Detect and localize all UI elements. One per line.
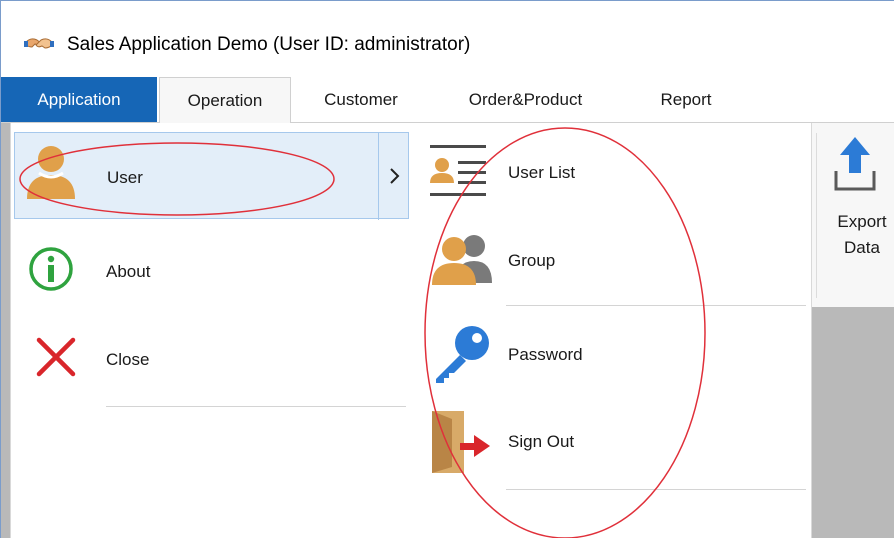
application-menu-left: User About Close: [10, 123, 414, 538]
submenu-item-password[interactable]: Password: [416, 311, 808, 397]
menu-item-user[interactable]: User: [14, 132, 409, 220]
sign-out-icon: [432, 411, 490, 473]
tab-customer[interactable]: Customer: [298, 77, 424, 122]
submenu-item-user-list-label: User List: [508, 163, 576, 182]
menu-item-close-label: Close: [106, 350, 150, 369]
key-icon: [436, 326, 489, 383]
export-data-label: Export Data: [822, 209, 894, 261]
application-window: Sales Application Demo (User ID: adminis…: [0, 0, 894, 538]
close-icon: [36, 337, 76, 377]
tab-report[interactable]: Report: [631, 77, 741, 122]
ribbon-tab-bar: Application Operation Customer Order&Pro…: [1, 77, 894, 123]
title-bar: Sales Application Demo (User ID: adminis…: [1, 1, 894, 75]
submenu-item-sign-out-label: Sign Out: [508, 432, 575, 451]
menu-item-about-label: About: [106, 262, 151, 281]
group-icon: [432, 235, 492, 285]
menu-item-about[interactable]: About: [14, 227, 409, 313]
submenu-separator-1: [506, 305, 806, 306]
user-submenu: User List Group Password Sign Out: [412, 123, 812, 538]
submenu-item-password-label: Password: [508, 345, 583, 364]
export-data-button[interactable]: Export Data: [812, 123, 894, 273]
tab-operation[interactable]: Operation: [159, 77, 291, 123]
menu-item-close[interactable]: Close: [14, 315, 409, 401]
handshake-icon: [24, 38, 54, 49]
submenu-item-group-label: Group: [508, 251, 556, 270]
submenu-item-group[interactable]: Group: [416, 217, 808, 303]
upload-arrow-icon: [834, 137, 876, 191]
window-title: Sales Application Demo (User ID: adminis…: [67, 34, 471, 55]
ribbon-group-export: Export Data: [811, 123, 894, 307]
menu-separator: [106, 406, 406, 407]
tab-order-product[interactable]: Order&Product: [438, 77, 613, 122]
info-icon: [29, 247, 73, 291]
chevron-right-icon: [390, 168, 400, 184]
user-list-icon: [430, 145, 486, 196]
submenu-item-user-list[interactable]: User List: [416, 127, 808, 213]
export-label-line2: Data: [844, 238, 880, 257]
tab-application[interactable]: Application: [1, 77, 157, 122]
submenu-item-sign-out[interactable]: Sign Out: [416, 399, 808, 485]
submenu-separator-2: [506, 489, 806, 490]
submenu-expander[interactable]: [378, 133, 409, 220]
export-label-line1: Export: [837, 212, 887, 231]
menu-item-user-label: User: [107, 168, 143, 187]
user-icon: [27, 146, 75, 199]
